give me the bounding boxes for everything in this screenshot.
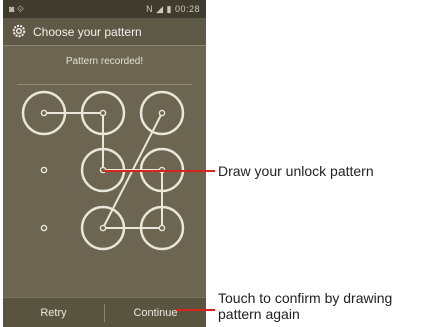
callout-confirm: Touch to confirm by drawing pattern agai… (218, 290, 393, 322)
callout-draw: Draw your unlock pattern (218, 163, 374, 179)
